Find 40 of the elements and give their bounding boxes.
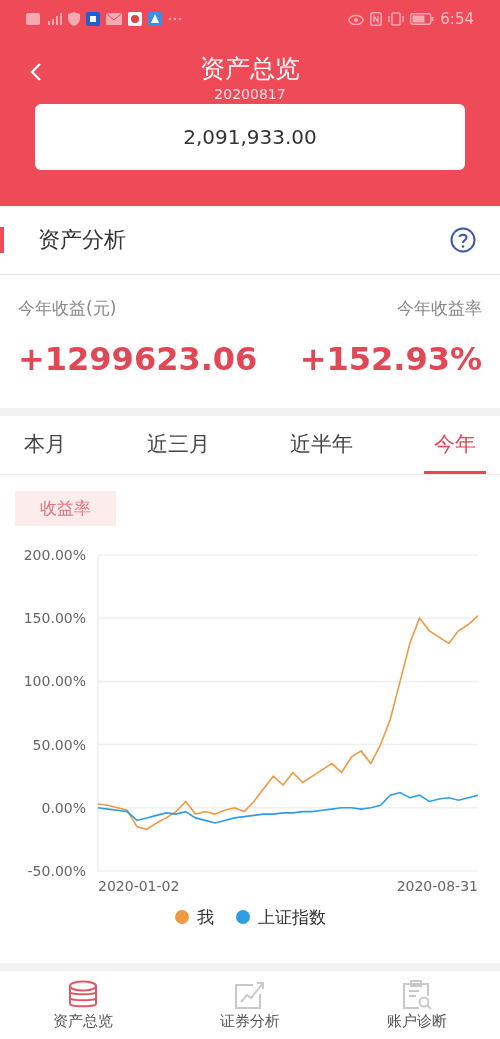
shield-icon <box>68 12 80 26</box>
back-icon[interactable] <box>30 62 42 82</box>
signal-icon <box>46 13 62 25</box>
accent-bar <box>0 227 4 253</box>
help-icon[interactable] <box>450 227 476 253</box>
y-tick-label: 150.00% <box>23 610 86 627</box>
y-tick-label: 100.00% <box>23 673 86 690</box>
stat-label: 今年收益(元) <box>18 297 117 320</box>
app-icon <box>128 12 142 26</box>
total-assets-value: 2,091,933.00 <box>183 125 317 149</box>
x-tick-label: 2020-08-31 <box>396 878 478 894</box>
section-title: 资产分析 <box>38 226 126 254</box>
y-tick-label: 0.00% <box>41 799 86 816</box>
clock-time: 6:54 <box>440 10 474 28</box>
y-tick-label: -50.00% <box>27 863 86 879</box>
trend-chart-icon <box>233 979 267 1010</box>
y-tick-label: 200.00% <box>23 547 86 563</box>
nfc-icon <box>370 12 383 26</box>
mail-icon <box>106 13 122 25</box>
legend-label: 上证指数 <box>257 905 326 929</box>
period-tab[interactable]: 近半年 <box>280 416 364 474</box>
clipboard-search-icon <box>400 979 433 1010</box>
profit-value: +1299623.06 <box>18 340 258 380</box>
app-icon <box>86 12 100 26</box>
vibrate-icon <box>388 12 405 26</box>
battery-icon <box>410 13 435 25</box>
eye-icon <box>348 13 365 25</box>
period-tab[interactable]: 今年 <box>423 416 486 474</box>
x-tick-label: 2020-01-02 <box>98 878 180 894</box>
date-label: 20200817 <box>214 86 286 102</box>
rate-value: +152.93% <box>299 340 482 380</box>
y-tick-label: 50.00% <box>32 736 86 753</box>
period-tab[interactable]: 本月 <box>14 416 76 474</box>
app-icon <box>148 12 162 26</box>
stat-label: 今年收益率 <box>397 297 482 320</box>
database-icon <box>67 979 100 1010</box>
period-tab[interactable]: 近三月 <box>136 416 220 474</box>
legend-label: 我 <box>196 905 214 929</box>
page-title: 资产总览 <box>200 53 300 85</box>
more-icon <box>168 17 182 21</box>
